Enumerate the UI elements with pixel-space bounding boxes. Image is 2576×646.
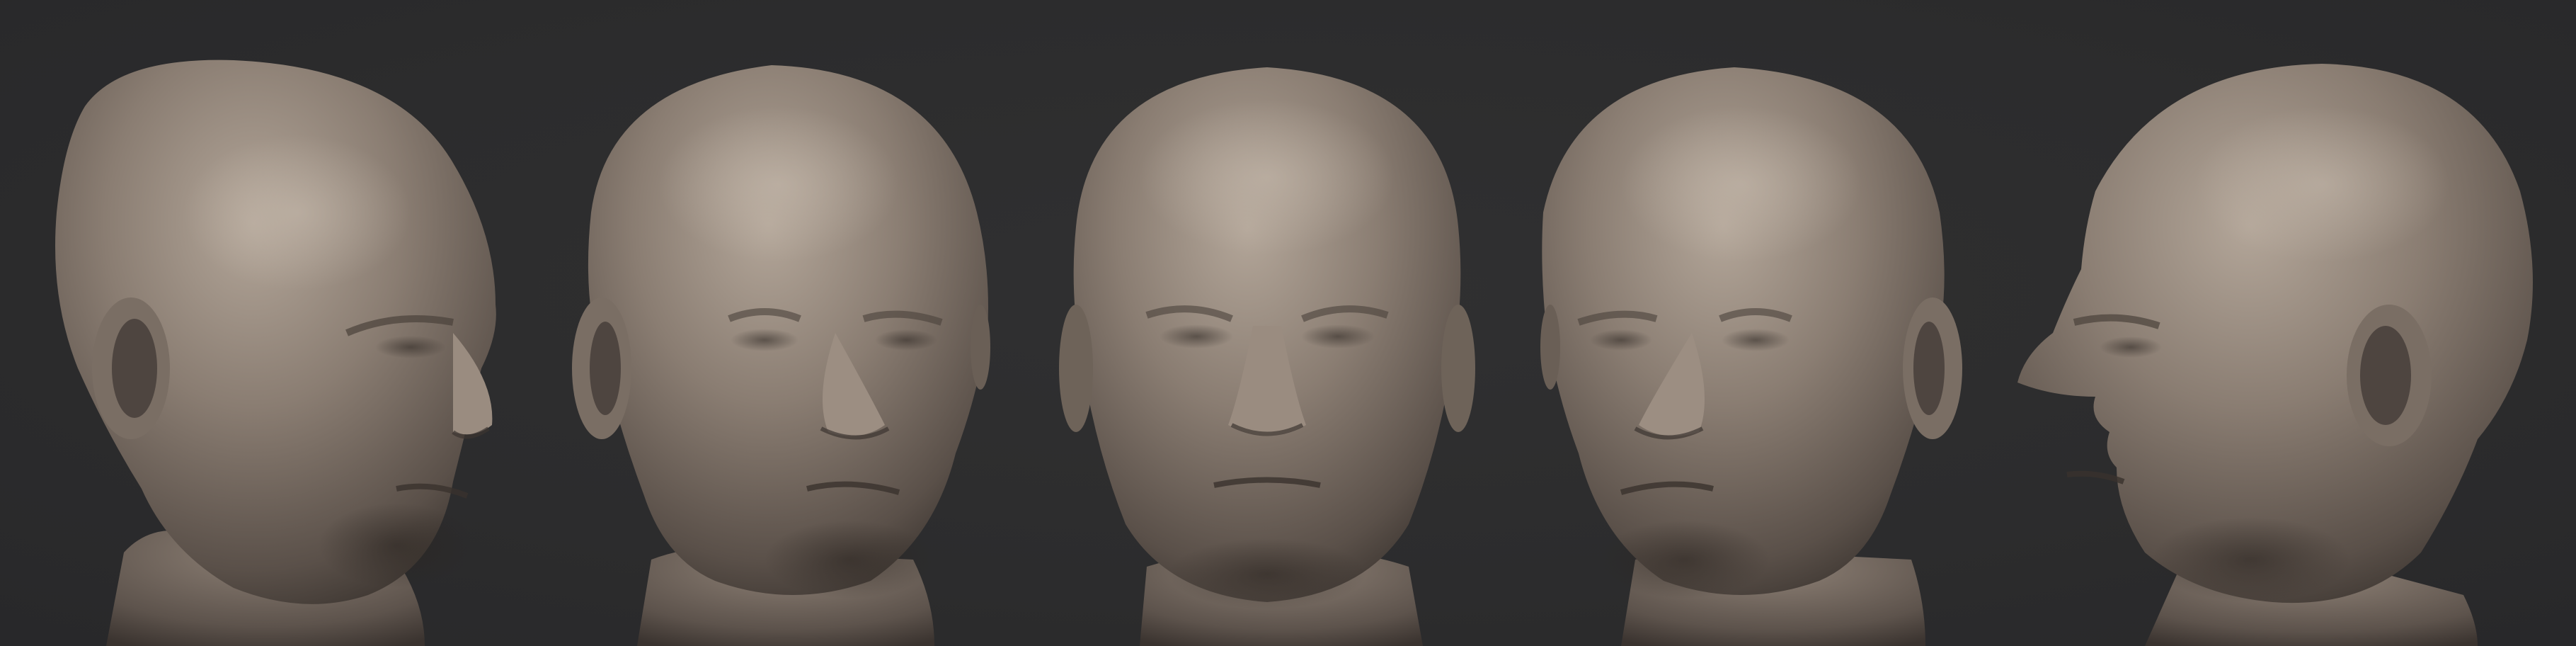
sculpt-turntable-stage [0,0,2576,646]
head-view-profile-left [2017,64,2533,646]
head-view-slight-right [572,65,990,646]
head-view-slight-left [1540,67,1962,646]
head-sculpt-render [55,60,2533,646]
head-view-three-quarter-right [55,60,496,646]
head-view-front [1059,67,1475,646]
